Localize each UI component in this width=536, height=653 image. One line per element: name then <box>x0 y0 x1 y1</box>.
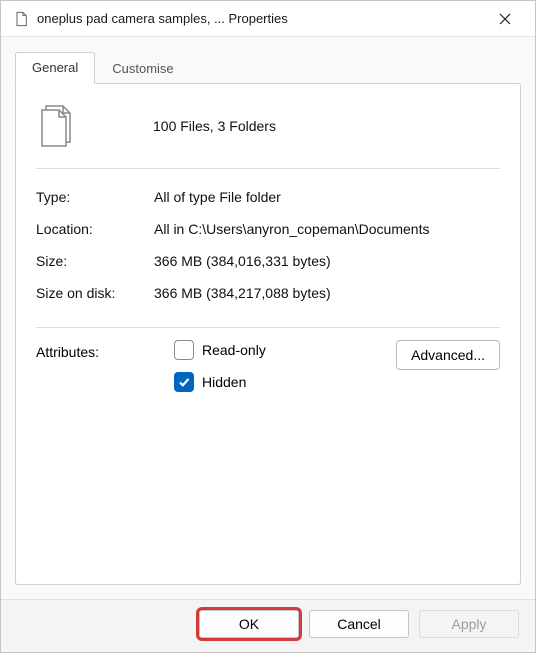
checkbox-label-hidden: Hidden <box>202 374 246 390</box>
divider <box>36 168 500 169</box>
label-type: Type: <box>36 181 154 213</box>
value-location: All in C:\Users\anyron_copeman\Documents <box>154 213 500 245</box>
close-icon <box>499 13 511 25</box>
properties-dialog: oneplus pad camera samples, ... Properti… <box>0 0 536 653</box>
attributes-row: Attributes: Read-only Hidden A <box>36 340 500 404</box>
tab-label: General <box>32 60 78 75</box>
apply-button: Apply <box>419 610 519 638</box>
tab-strip: General Customise <box>1 37 535 83</box>
attributes-controls: Read-only Hidden <box>174 340 376 404</box>
titlebar: oneplus pad camera samples, ... Properti… <box>1 1 535 37</box>
advanced-wrap: Advanced... <box>396 340 500 404</box>
tab-customise[interactable]: Customise <box>95 53 190 84</box>
label-size: Size: <box>36 245 154 277</box>
dialog-footer: OK Cancel Apply <box>1 599 535 652</box>
row-size: Size: 366 MB (384,016,331 bytes) <box>36 245 500 277</box>
window-title: oneplus pad camera samples, ... Properti… <box>37 11 483 26</box>
close-button[interactable] <box>483 4 527 34</box>
checkbox-readonly[interactable] <box>174 340 194 360</box>
row-type: Type: All of type File folder <box>36 181 500 213</box>
file-icon <box>13 11 29 27</box>
check-icon <box>177 375 191 389</box>
divider <box>36 327 500 328</box>
checkbox-row-readonly: Read-only <box>174 340 376 360</box>
properties-table: Type: All of type File folder Location: … <box>36 181 500 309</box>
button-label: Cancel <box>337 616 381 632</box>
button-label: Advanced... <box>411 347 485 363</box>
cancel-button[interactable]: Cancel <box>309 610 409 638</box>
summary-text: 100 Files, 3 Folders <box>108 118 276 134</box>
tab-panel-general: 100 Files, 3 Folders Type: All of type F… <box>15 83 521 585</box>
checkbox-row-hidden: Hidden <box>174 372 376 392</box>
value-size-on-disk: 366 MB (384,217,088 bytes) <box>154 277 500 309</box>
row-size-on-disk: Size on disk: 366 MB (384,217,088 bytes) <box>36 277 500 309</box>
tab-general[interactable]: General <box>15 52 95 84</box>
checkbox-hidden[interactable] <box>174 372 194 392</box>
label-size-on-disk: Size on disk: <box>36 277 154 309</box>
advanced-button[interactable]: Advanced... <box>396 340 500 370</box>
row-location: Location: All in C:\Users\anyron_copeman… <box>36 213 500 245</box>
value-size: 366 MB (384,016,331 bytes) <box>154 245 500 277</box>
checkbox-label-readonly: Read-only <box>202 342 266 358</box>
ok-button[interactable]: OK <box>199 610 299 638</box>
button-label: OK <box>239 616 259 632</box>
summary-row: 100 Files, 3 Folders <box>36 102 500 150</box>
value-type: All of type File folder <box>154 181 500 213</box>
tab-label: Customise <box>112 61 173 76</box>
button-label: Apply <box>451 616 486 632</box>
label-attributes: Attributes: <box>36 340 154 404</box>
label-location: Location: <box>36 213 154 245</box>
files-stack-icon <box>36 102 80 150</box>
